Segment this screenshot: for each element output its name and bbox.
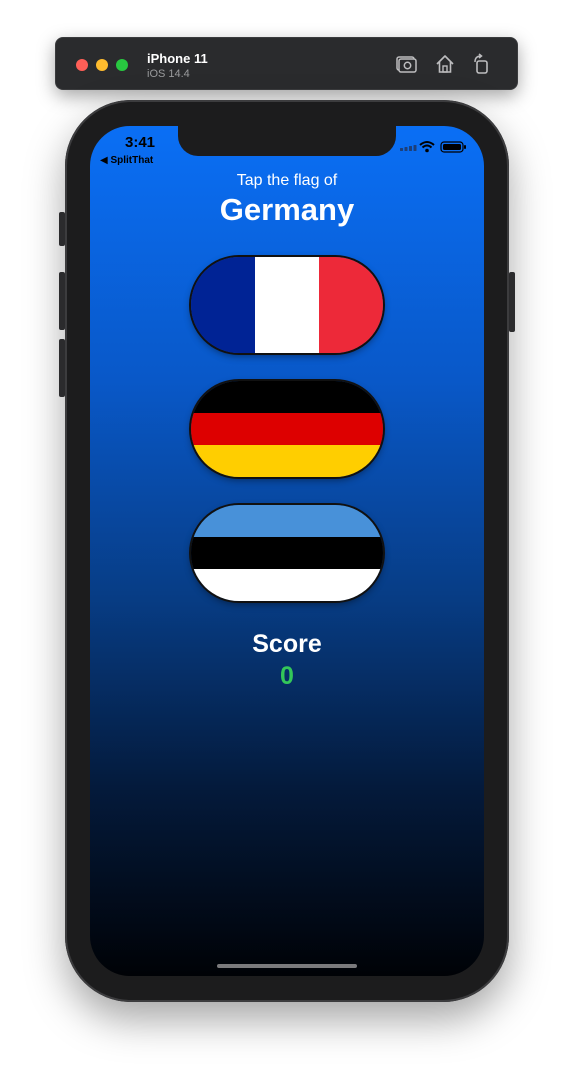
os-version: iOS 14.4 (147, 68, 190, 80)
battery-icon (440, 141, 466, 153)
flag-stripe (191, 505, 383, 537)
home-icon[interactable] (434, 53, 456, 75)
score-label: Score (252, 630, 322, 658)
device-name: iPhone 11 (147, 51, 208, 66)
minimize-window-button[interactable] (96, 59, 108, 71)
rotate-icon[interactable] (471, 53, 493, 75)
signal-icon (400, 145, 417, 151)
wifi-icon (419, 141, 435, 153)
silent-switch[interactable] (59, 212, 65, 246)
flag-stripe (191, 257, 255, 353)
screenshot-icon[interactable] (395, 53, 417, 75)
simulator-window: iPhone 11 iOS 14.4 3:41 ◀ SplitThat Tap … (0, 0, 574, 1077)
flag-stripes (191, 505, 383, 601)
flag-button-france[interactable] (191, 257, 383, 353)
simulator-toolbar: iPhone 11 iOS 14.4 (55, 37, 518, 90)
power-button[interactable] (509, 272, 515, 332)
flag-button-germany[interactable] (191, 381, 383, 477)
status-time: 3:41 (124, 134, 156, 151)
flag-stripes (191, 381, 383, 477)
close-window-button[interactable] (76, 59, 88, 71)
notch (178, 126, 396, 156)
question-prompt: Tap the flag of (236, 172, 338, 189)
flag-stripes (191, 257, 383, 353)
flag-stripe (191, 445, 383, 477)
flag-stripe (191, 569, 383, 601)
target-country: Germany (219, 192, 355, 227)
score-value: 0 (280, 662, 294, 690)
app-screen: 3:41 ◀ SplitThat Tap the flag of Germany… (90, 126, 484, 976)
back-to-app-link[interactable]: ◀ SplitThat (100, 155, 153, 166)
flag-stripe (255, 257, 319, 353)
flag-stripe (191, 381, 383, 413)
volume-down-button[interactable] (59, 339, 65, 397)
flag-button-estonia[interactable] (191, 505, 383, 601)
flag-stripe (191, 537, 383, 569)
status-icons (400, 140, 470, 154)
flag-stripe (319, 257, 383, 353)
volume-up-button[interactable] (59, 272, 65, 330)
home-indicator[interactable] (217, 964, 357, 968)
zoom-window-button[interactable] (116, 59, 128, 71)
flag-stripe (191, 413, 383, 445)
